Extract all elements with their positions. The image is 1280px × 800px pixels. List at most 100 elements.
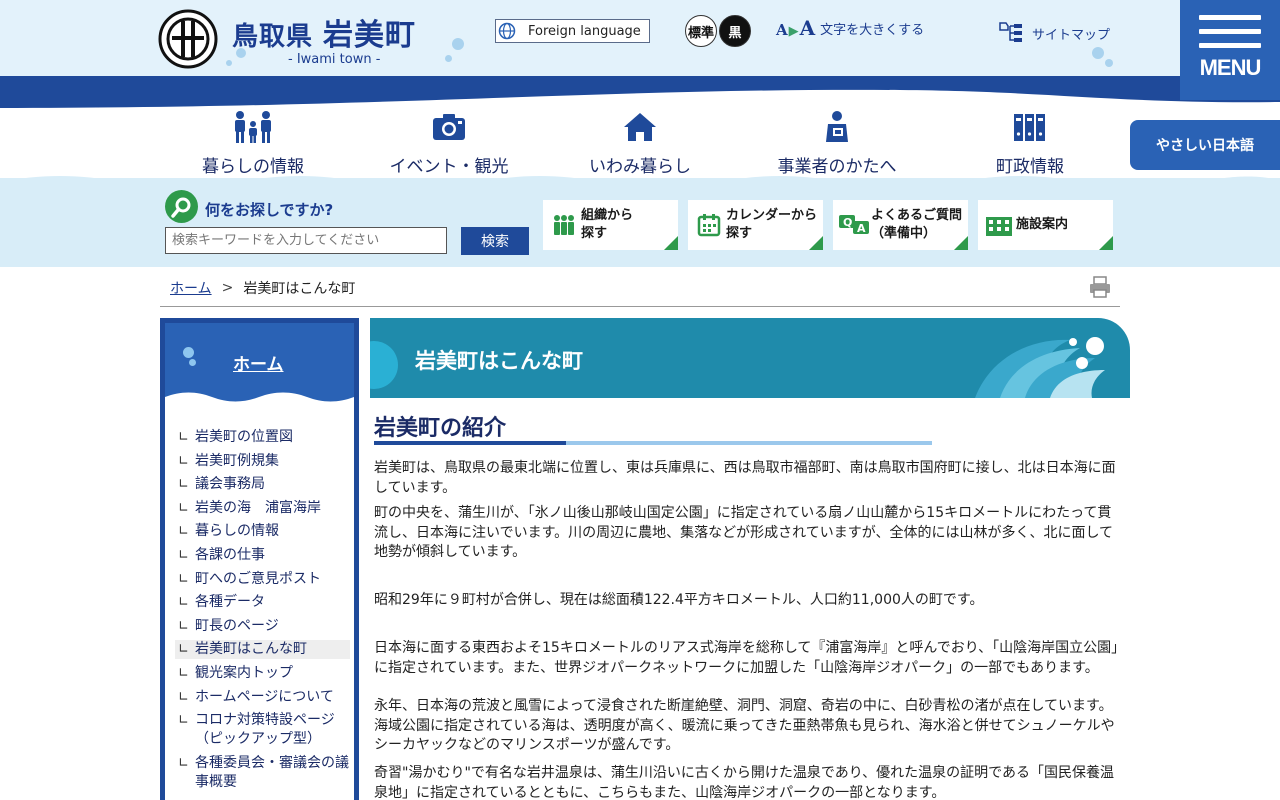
text-size-button[interactable]: A ▶ A 文字を大きくする <box>776 16 924 40</box>
decor-bubble <box>189 359 196 366</box>
sidebar-item[interactable]: 岩美の海 浦富海岸 <box>175 499 350 518</box>
section-heading: 岩美町の紹介 <box>374 416 507 441</box>
breadcrumb-home-link[interactable]: ホーム <box>170 278 212 298</box>
sidebar-item[interactable]: 岩美町例規集 <box>175 452 350 471</box>
town-english-name: - Iwami town - <box>288 52 381 67</box>
quick-link-organization[interactable]: 組織から 探す <box>543 200 678 250</box>
nav-item-iwami-life[interactable]: いわみ暮らし <box>555 110 725 177</box>
town-emblem-logo[interactable] <box>158 9 218 69</box>
wave-illustration <box>975 337 1105 398</box>
intro-paragraph: 昭和29年に９町村が合併し、現在は総面積122.4平方キロメートル、人口約11,… <box>374 592 984 608</box>
site-title[interactable]: 鳥取県 岩美町 <box>232 10 416 54</box>
sidebar-header: ホーム <box>165 323 354 405</box>
text-size-label: 文字を大きくする <box>820 22 925 38</box>
quick-link-label: 施設案内 <box>1016 217 1069 232</box>
nav-item-town-info[interactable]: 町政情報 <box>945 110 1115 177</box>
sidebar-item[interactable]: 各種データ <box>175 593 350 612</box>
foreign-language-label: Foreign language <box>528 23 641 39</box>
search-input[interactable] <box>165 227 447 254</box>
decor-bubble <box>445 55 452 62</box>
qa-icon: QA <box>837 214 871 236</box>
sidebar-item[interactable]: 町長のページ <box>175 617 350 636</box>
banner-circle <box>370 341 398 389</box>
breadcrumb-divider <box>160 306 1120 307</box>
house-icon <box>622 110 658 144</box>
print-icon[interactable] <box>1089 276 1111 298</box>
intro-paragraph: 奇習"湯かむり"で有名な岩井温泉は、蒲生川沿いに古くから開けた温泉であり、優れた… <box>374 765 1115 800</box>
decor-bubble <box>226 60 232 66</box>
sidebar-item[interactable]: 町へのご意見ポスト <box>175 570 350 589</box>
people-icon <box>547 213 581 237</box>
quick-link-label: よくあるご質問 （準備中） <box>871 208 963 241</box>
corner-arrow-icon <box>1099 236 1113 250</box>
chevron-right-icon: > <box>221 280 234 296</box>
intro-paragraph: 日本海に面する東西およそ15キロメートルのリアス式海岸を総称して『浦富海岸』と呼… <box>374 640 1119 676</box>
search-magnifier-icon <box>165 190 198 223</box>
intro-paragraph: 岩美町は、鳥取県の最東北端に位置し、東は兵庫県に、西は鳥取市福部町、南は鳥取市国… <box>374 460 1116 496</box>
prefecture-name: 鳥取県 <box>232 22 314 52</box>
sitemap-icon <box>999 22 1022 42</box>
svg-text:Q: Q <box>843 216 852 229</box>
sidebar-item[interactable]: 各課の仕事 <box>175 546 350 565</box>
nav-label: 町政情報 <box>996 157 1064 177</box>
page-title-banner: 岩美町はこんな町 <box>370 318 1130 398</box>
sitemap-link[interactable]: サイトマップ <box>998 22 1110 44</box>
nav-item-events[interactable]: イベント・観光 <box>364 110 534 177</box>
nav-item-business[interactable]: 事業者のかたへ <box>752 110 922 177</box>
search-button[interactable]: 検索 <box>461 227 529 255</box>
intro-paragraph: 町の中央を、蒲生川が、「氷ノ山後山那岐山国定公園」に指定されている扇ノ山山麓から… <box>374 505 1114 560</box>
hamburger-icon <box>1199 15 1261 57</box>
family-icon <box>233 110 273 144</box>
sitemap-label: サイトマップ <box>1032 27 1111 43</box>
corner-arrow-icon <box>954 236 968 250</box>
camera-icon <box>432 110 466 144</box>
sidebar: ホーム 岩美町の位置図岩美町例規集議会事務局岩美の海 浦富海岸暮らしの情報各課の… <box>160 318 359 800</box>
business-person-icon <box>824 110 850 144</box>
sidebar-menu: 岩美町の位置図岩美町例規集議会事務局岩美の海 浦富海岸暮らしの情報各課の仕事町へ… <box>175 428 350 796</box>
globe-icon <box>496 20 518 42</box>
quick-link-label: 組織から 探す <box>581 208 634 241</box>
building-icon <box>982 213 1016 237</box>
sidebar-item[interactable]: 各種委員会・審議会の議事概要 <box>175 754 350 792</box>
color-standard-button[interactable]: 標準 <box>685 15 717 47</box>
nav-label: 事業者のかたへ <box>777 157 897 177</box>
nav-label: 暮らしの情報 <box>202 157 304 177</box>
menu-button[interactable]: MENU <box>1180 0 1280 100</box>
intro-paragraph: 永年、日本海の荒波と風雪によって浸食された断崖絶壁、洞門、洞窟、奇岩の中に、白砂… <box>374 698 1115 753</box>
breadcrumb: ホーム > 岩美町はこんな町 <box>170 278 355 298</box>
easy-japanese-button[interactable]: やさしい日本語 <box>1130 120 1280 170</box>
quick-link-faq[interactable]: QA よくあるご質問 （準備中） <box>833 200 968 250</box>
decor-bubble <box>1105 59 1113 67</box>
decor-bubble <box>452 38 464 50</box>
binders-icon <box>1013 110 1047 144</box>
decor-bubble <box>1092 47 1104 59</box>
sidebar-home-link[interactable]: ホーム <box>233 350 284 375</box>
quick-link-calendar[interactable]: カレンダーから 探す <box>688 200 823 250</box>
menu-label: MENU <box>1199 55 1262 80</box>
corner-arrow-icon <box>809 236 823 250</box>
nav-label: イベント・観光 <box>389 157 509 177</box>
town-name: 岩美町 <box>323 18 417 53</box>
sidebar-item[interactable]: 岩美町はこんな町 <box>175 640 350 660</box>
corner-arrow-icon <box>664 236 678 250</box>
foreign-language-button[interactable]: Foreign language <box>495 19 650 43</box>
quick-link-facilities[interactable]: 施設案内 <box>978 200 1113 250</box>
page-title: 岩美町はこんな町 <box>415 349 583 373</box>
quick-link-label: カレンダーから 探す <box>726 208 818 241</box>
sidebar-item[interactable]: コロナ対策特設ページ（ピックアップ型） <box>175 711 350 749</box>
sidebar-item[interactable]: 観光案内トップ <box>175 664 350 683</box>
nav-label: いわみ暮らし <box>589 157 691 177</box>
heading-underline-dark <box>374 441 566 445</box>
sidebar-item[interactable]: 議会事務局 <box>175 475 350 494</box>
calendar-icon <box>692 213 726 237</box>
svg-text:A: A <box>857 222 866 235</box>
breadcrumb-current: 岩美町はこんな町 <box>243 281 356 297</box>
text-size-icon: A ▶ A <box>776 16 816 40</box>
sidebar-header-wave <box>165 392 354 405</box>
nav-item-living[interactable]: 暮らしの情報 <box>168 110 338 177</box>
color-black-button[interactable]: 黒 <box>719 15 751 47</box>
sidebar-item[interactable]: ホームページについて <box>175 688 350 707</box>
sidebar-item[interactable]: 暮らしの情報 <box>175 522 350 541</box>
sidebar-item[interactable]: 岩美町の位置図 <box>175 428 350 447</box>
decor-bubble <box>183 347 194 358</box>
